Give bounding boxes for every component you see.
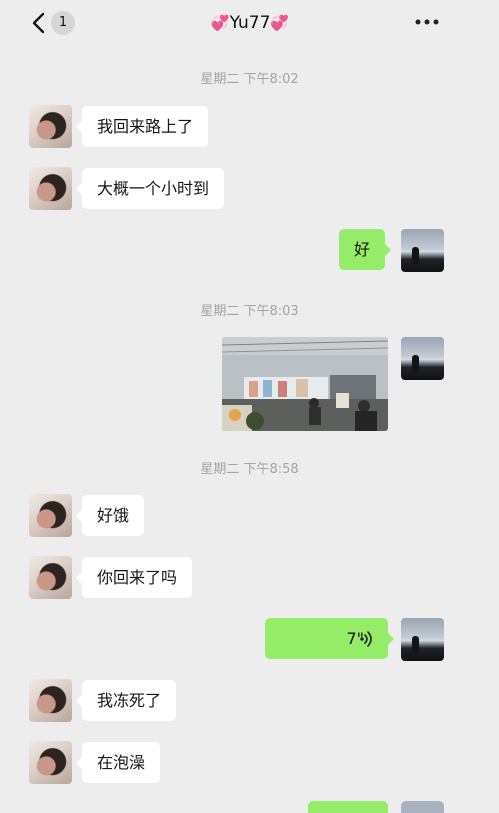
received-message[interactable]: 我冻死了 [75,680,177,721]
my-avatar[interactable] [401,337,444,380]
received-message[interactable]: 在泡澡 [75,742,161,783]
received-message[interactable]: 你回来了吗 [75,557,193,598]
sent-message-partial[interactable] [308,801,388,813]
sent-photo[interactable] [222,337,388,431]
contact-avatar[interactable] [29,741,72,784]
sent-voice-message[interactable]: 7" [265,618,394,659]
chevron-left-icon[interactable] [28,12,50,34]
my-avatar-partial[interactable] [401,801,444,813]
my-avatar[interactable] [401,229,444,272]
voice-wave-icon [360,631,372,647]
restaurant-photo-image [222,337,388,431]
contact-avatar[interactable] [29,556,72,599]
heart-right-icon: 💞 [270,14,290,32]
contact-avatar[interactable] [29,105,72,148]
timestamp: 星期二 下午8:58 [200,462,299,477]
contact-avatar[interactable] [29,167,72,210]
contact-name: Yu77 [229,13,271,33]
my-avatar[interactable] [401,618,444,661]
unread-count-badge[interactable]: 1 [51,11,75,35]
chat-header: 1 💞Yu77💞 [0,0,499,46]
heart-left-icon: 💞 [210,14,230,32]
received-message[interactable]: 好饿 [75,495,145,536]
received-message[interactable]: 大概一个小时到 [75,168,225,209]
received-message[interactable]: 我回来路上了 [75,106,209,147]
contact-avatar[interactable] [29,679,72,722]
ellipsis-icon[interactable] [414,18,440,26]
sent-message[interactable]: 好 [339,229,392,270]
contact-avatar[interactable] [29,494,72,537]
chat-title: 💞Yu77💞 [180,13,320,35]
timestamp: 星期二 下午8:03 [200,304,299,319]
timestamp: 星期二 下午8:02 [200,72,299,87]
